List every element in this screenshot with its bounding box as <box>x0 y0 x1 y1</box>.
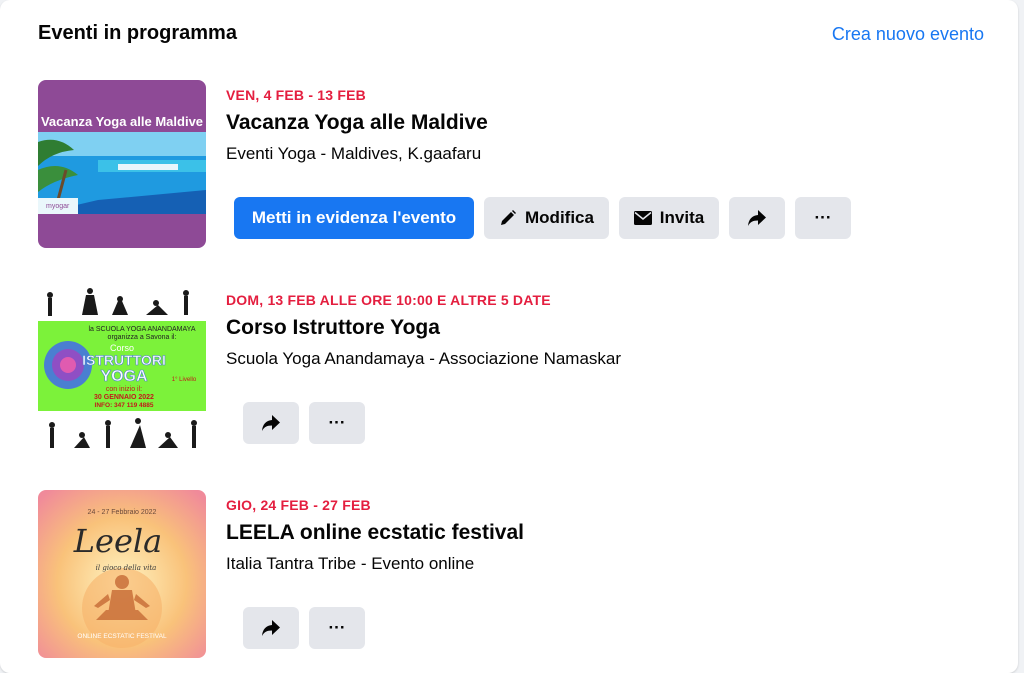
section-title: Eventi in programma <box>38 22 237 44</box>
invite-button[interactable]: Invita <box>619 197 719 239</box>
thumbnail-line: YOGA <box>100 368 148 385</box>
thumbnail-logo-text: myogar <box>46 203 70 210</box>
event-item: 24 - 27 Febbraio 2022 Leela il gioco del… <box>38 490 998 660</box>
share-button[interactable] <box>729 197 785 239</box>
thumbnail-line: 1° Livello <box>172 377 197 383</box>
event-date: VEN, 4 FEB - 13 FEB <box>226 87 366 103</box>
event-thumbnail-image: 24 - 27 Febbraio 2022 Leela il gioco del… <box>38 490 206 658</box>
thumbnail-line: organizza a Savona il: <box>108 334 177 341</box>
upcoming-events-card: Eventi in programma Crea nuovo evento Va… <box>0 0 1018 673</box>
event-title[interactable]: Corso Istruttore Yoga <box>226 316 440 340</box>
create-event-link[interactable]: Crea nuovo evento <box>832 24 984 45</box>
more-options-button[interactable]: ··· <box>309 607 365 649</box>
thumbnail-line: Leela <box>73 522 162 560</box>
edit-button-label: Modifica <box>525 208 594 227</box>
more-options-button[interactable]: ··· <box>309 402 365 444</box>
thumbnail-line: 24 - 27 Febbraio 2022 <box>88 509 157 516</box>
event-thumbnail[interactable]: 24 - 27 Febbraio 2022 Leela il gioco del… <box>38 490 206 658</box>
share-arrow-icon <box>747 209 767 227</box>
thumbnail-line: la SCUOLA YOGA ANANDAMAYA <box>89 326 196 333</box>
event-subtitle: Italia Tantra Tribe - Evento online <box>226 554 475 573</box>
event-thumbnail[interactable]: Vacanza Yoga alle Maldive myogar <box>38 80 206 248</box>
event-date: DOM, 13 FEB ALLE ORE 10:00 E ALTRE 5 DAT… <box>226 292 551 308</box>
share-arrow-icon <box>261 414 281 432</box>
event-actions: Metti in evidenza l'evento Modifica Invi… <box>234 197 851 239</box>
event-actions: ··· <box>243 607 365 649</box>
envelope-icon <box>633 211 652 225</box>
promote-event-button[interactable]: Metti in evidenza l'evento <box>234 197 474 239</box>
thumbnail-line: ISTRUTTORI <box>82 352 166 368</box>
event-date: GIO, 24 FEB - 27 FEB <box>226 497 371 513</box>
event-thumbnail[interactable]: la SCUOLA YOGA ANANDAMAYA organizza a Sa… <box>38 285 206 453</box>
share-button[interactable] <box>243 402 299 444</box>
event-actions: ··· <box>243 402 365 444</box>
thumbnail-line: INFO: 347 119 4885 <box>95 402 154 409</box>
thumbnail-line: con inizio il: <box>106 386 142 393</box>
event-thumbnail-image: Vacanza Yoga alle Maldive myogar <box>38 80 206 248</box>
event-subtitle: Scuola Yoga Anandamaya - Associazione Na… <box>226 349 622 368</box>
event-item: la SCUOLA YOGA ANANDAMAYA organizza a Sa… <box>38 285 998 455</box>
share-button[interactable] <box>243 607 299 649</box>
event-thumbnail-image: la SCUOLA YOGA ANANDAMAYA organizza a Sa… <box>38 285 206 453</box>
pencil-icon <box>499 209 517 227</box>
share-arrow-icon <box>261 619 281 637</box>
invite-button-label: Invita <box>659 208 705 227</box>
thumbnail-text: Vacanza Yoga alle Maldive <box>41 114 203 129</box>
event-subtitle: Eventi Yoga - Maldives, K.gaafaru <box>226 144 482 163</box>
thumbnail-line: 30 GENNAIO 2022 <box>94 394 154 401</box>
edit-button[interactable]: Modifica <box>484 197 609 239</box>
thumbnail-line: ONLINE ECSTATIC FESTIVAL <box>77 633 167 640</box>
more-options-button[interactable]: ··· <box>795 197 851 239</box>
event-title[interactable]: LEELA online ecstatic festival <box>226 521 524 545</box>
thumbnail-line: il gioco della vita <box>96 564 157 572</box>
event-item: Vacanza Yoga alle Maldive myogar VEN, 4 … <box>38 80 998 250</box>
event-title[interactable]: Vacanza Yoga alle Maldive <box>226 111 488 135</box>
